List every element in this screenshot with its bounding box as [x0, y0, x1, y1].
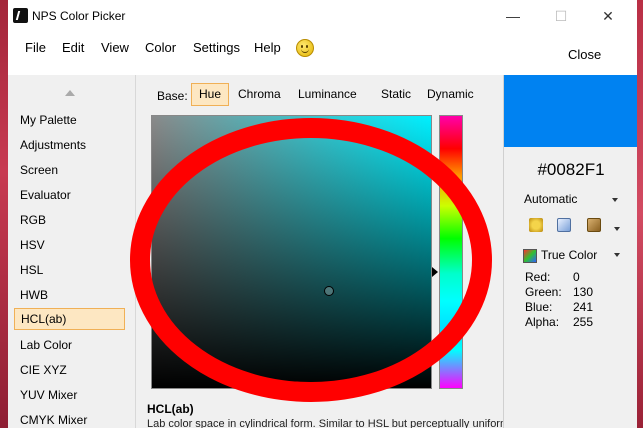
annotation-ring — [130, 118, 492, 402]
annotation-overlay — [130, 118, 492, 402]
